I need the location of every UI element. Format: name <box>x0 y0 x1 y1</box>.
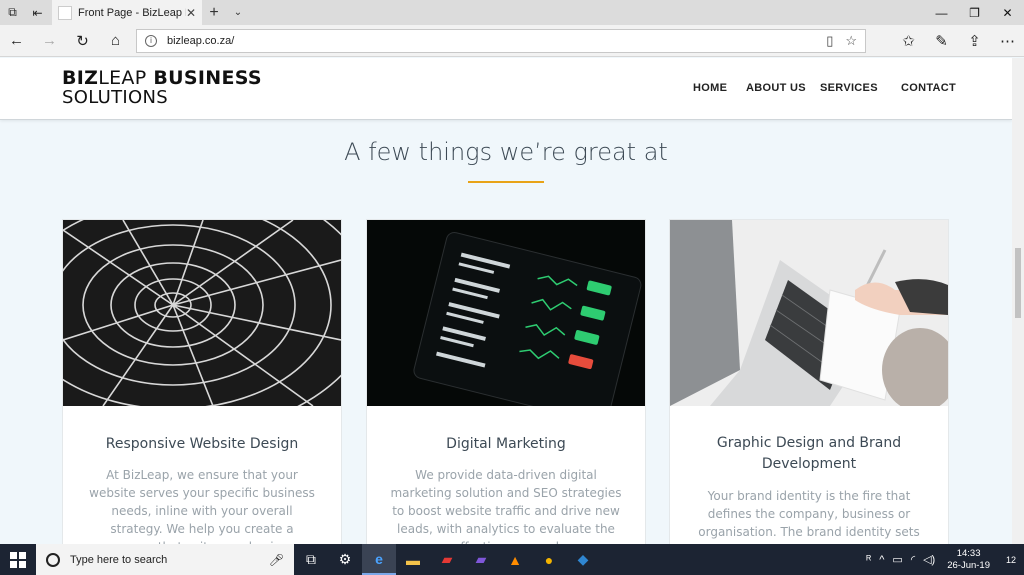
cortana-icon <box>46 552 60 567</box>
share-icon[interactable]: ⇪ <box>958 25 991 57</box>
settings-app-icon[interactable]: ⚙ <box>328 544 362 575</box>
service-card-web-design[interactable]: Responsive Website Design At BizLeap, we… <box>62 219 342 544</box>
restore-icon[interactable]: ❐ <box>958 0 991 25</box>
more-icon[interactable]: ⋯ <box>991 25 1024 57</box>
close-window-icon[interactable]: ✕ <box>991 0 1024 25</box>
site-header: BIZLEAP BUSINESS SOLUTIONS HOME ABOUT US… <box>0 58 1012 120</box>
windows-taskbar: Type here to search 🎤︎ ⧉ ⚙ e ▬ ▰ ▰ ▲ ● ◆… <box>0 544 1024 575</box>
chrome-icon[interactable]: ● <box>532 544 566 575</box>
card-title: Responsive Website Design <box>105 436 299 452</box>
task-view-icon[interactable]: ⧉ <box>294 544 328 575</box>
tab-close-icon[interactable]: ✕ <box>186 6 196 20</box>
new-tab-button[interactable]: + <box>202 0 226 25</box>
windows-start-icon[interactable] <box>0 544 36 575</box>
nav-contact[interactable]: CONTACT <box>901 82 956 94</box>
taskbar-search[interactable]: Type here to search 🎤︎ <box>36 544 294 575</box>
site-info-icon[interactable]: i <box>145 34 157 47</box>
tab-list-chevron-icon[interactable]: ⌄ <box>226 0 250 25</box>
tab-preview-icon[interactable]: ⧉ <box>0 0 25 25</box>
people-icon[interactable]: ᴿ <box>862 554 875 566</box>
service-card-digital-marketing[interactable]: Digital Marketing We provide data-driven… <box>366 219 646 544</box>
nav-home[interactable]: HOME <box>693 82 727 94</box>
address-toolbar: ← → ↻ ⌂ i bizleap.co.za/ ▯ ☆ ✩ ✎ ⇪ ⋯ <box>0 25 1024 57</box>
service-card-graphic-design[interactable]: Graphic Design and Brand Development You… <box>669 219 949 544</box>
system-tray: ᴿ ^ ▭ ◜ ◁) 14:33 26-Jun-19 12 <box>862 544 1024 575</box>
favicon-icon <box>58 5 72 20</box>
section-title: A few things we’re great at <box>344 138 668 166</box>
action-center-icon[interactable]: 12 <box>998 544 1024 575</box>
laptop-desk-image <box>670 220 948 406</box>
title-underline <box>468 181 544 183</box>
stock-phone-image <box>367 220 645 406</box>
home-icon[interactable]: ⌂ <box>99 25 132 57</box>
refresh-icon[interactable]: ↻ <box>66 25 99 57</box>
url-text[interactable]: bizleap.co.za/ <box>167 35 814 47</box>
clock-time: 14:33 <box>956 547 981 559</box>
favorites-hub-icon[interactable]: ✩ <box>892 25 925 57</box>
reading-view-icon[interactable]: ▯ <box>826 33 833 49</box>
browser-window: ⧉ ⇤ Front Page - BizLeap Bu ✕ + ⌄ — ❐ ✕ … <box>0 0 1024 575</box>
card-text: At BizLeap, we ensure that your website … <box>89 468 315 544</box>
browser-tab[interactable]: Front Page - BizLeap Bu ✕ <box>52 0 202 25</box>
pen-icon[interactable]: ✎ <box>925 25 958 57</box>
tray-chevron-icon[interactable]: ^ <box>875 554 888 566</box>
set-aside-tabs-icon[interactable]: ⇤ <box>25 0 50 25</box>
tab-title: Front Page - BizLeap Bu <box>78 6 186 19</box>
card-text: Your brand identity is the fire that def… <box>698 489 920 544</box>
search-placeholder: Type here to search <box>70 553 168 566</box>
nav-services[interactable]: SERVICES <box>820 82 878 94</box>
spider-web-image <box>63 220 341 406</box>
nav-about-us[interactable]: ABOUT US <box>746 82 806 94</box>
card-text: We provide data-driven digital marketing… <box>390 468 622 544</box>
edge-app-icon[interactable]: e <box>362 544 396 575</box>
battery-icon[interactable]: ▭ <box>888 553 906 566</box>
site-logo[interactable]: BIZLEAP BUSINESS SOLUTIONS <box>62 69 262 108</box>
acrobat-icon[interactable]: ▰ <box>430 544 464 575</box>
page-scrollbar[interactable] <box>1012 58 1024 544</box>
wifi-icon[interactable]: ◜ <box>907 553 919 566</box>
notification-count: 12 <box>1005 554 1016 565</box>
card-title: Graphic Design and Brand Development <box>716 435 902 472</box>
vlc-icon[interactable]: ▲ <box>498 544 532 575</box>
favorite-star-icon[interactable]: ☆ <box>845 33 857 49</box>
forward-icon[interactable]: → <box>33 25 66 57</box>
clock-date: 26-Jun-19 <box>947 559 990 571</box>
minimize-icon[interactable]: — <box>925 0 958 25</box>
scrollbar-thumb[interactable] <box>1015 248 1021 318</box>
card-title: Digital Marketing <box>446 436 566 452</box>
back-icon[interactable]: ← <box>0 25 33 57</box>
image-app-icon[interactable]: ▰ <box>464 544 498 575</box>
web-page: BIZLEAP BUSINESS SOLUTIONS HOME ABOUT US… <box>0 58 1012 544</box>
volume-icon[interactable]: ◁) <box>919 553 939 566</box>
clock[interactable]: 14:33 26-Jun-19 <box>939 548 998 572</box>
address-bar[interactable]: i bizleap.co.za/ ▯ ☆ <box>136 28 866 53</box>
vscode-icon[interactable]: ◆ <box>566 544 600 575</box>
file-explorer-icon[interactable]: ▬ <box>396 544 430 575</box>
microphone-icon[interactable]: 🎤︎ <box>269 553 284 567</box>
tab-bar: ⧉ ⇤ Front Page - BizLeap Bu ✕ + ⌄ — ❐ ✕ <box>0 0 1024 25</box>
